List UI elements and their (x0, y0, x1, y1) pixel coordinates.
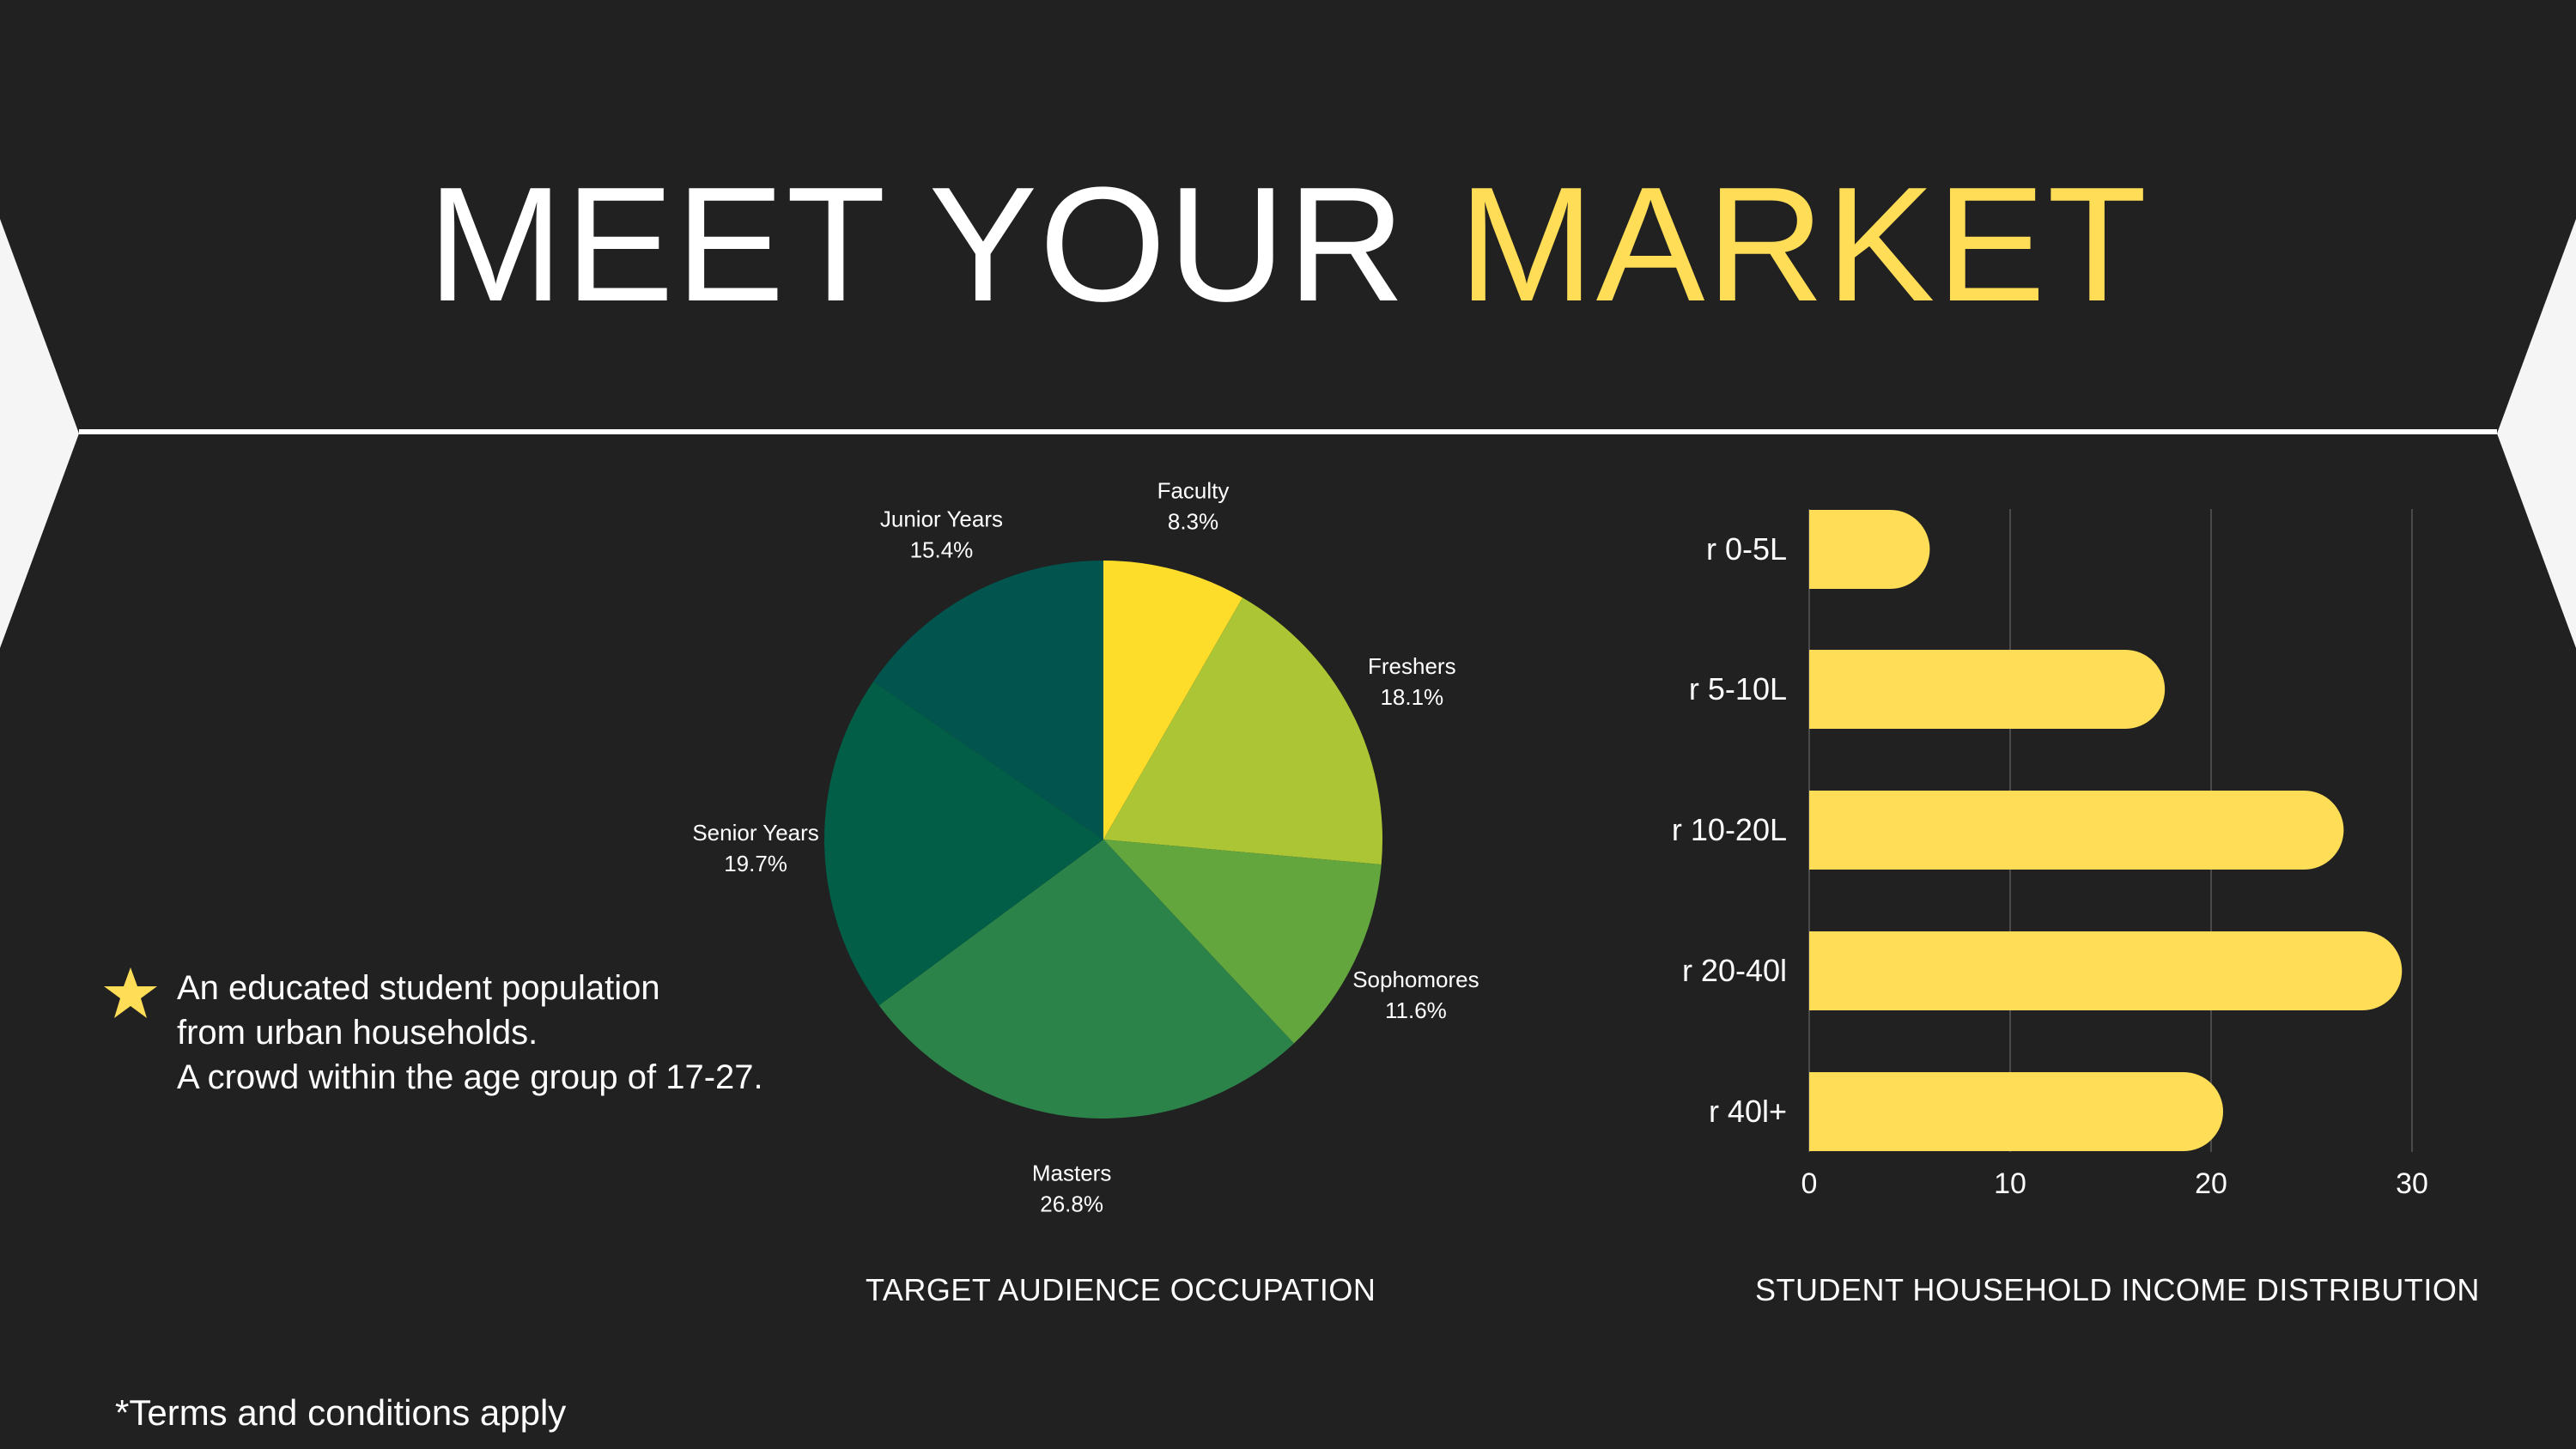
pie-label-value: 18.1% (1380, 684, 1443, 710)
bar-r-10-20l (1809, 791, 2344, 870)
pie-label-value: 15.4% (910, 537, 974, 563)
y-category-label: r 10-20L (1672, 812, 1787, 847)
pie-label-value: 8.3% (1168, 509, 1218, 535)
pie-label-name: Freshers (1368, 653, 1456, 679)
y-category-label: r 20-40l (1682, 953, 1787, 988)
charts-canvas: Faculty 8.3% Freshers 18.1% Sophomores 11.6% M… (692, 478, 2428, 1217)
bar-r-20-40l (1809, 931, 2403, 1010)
pie-label-name: Masters (1032, 1160, 1111, 1185)
pie-chart-caption: TARGET AUDIENCE OCCUPATION (866, 1272, 1376, 1307)
x-tick-label: 30 (2396, 1167, 2428, 1200)
pie-label-name: Junior Years (880, 506, 1003, 532)
pie-label-name: Senior Years (692, 820, 818, 846)
bullet-line: A crowd within the age group of 17-27. (177, 1058, 763, 1096)
bullet-line: from urban households. (177, 1014, 538, 1052)
pie-label-name: Faculty (1157, 478, 1230, 504)
pie-label-value: 26.8% (1040, 1191, 1103, 1216)
bar-r-5-10l (1809, 650, 2166, 729)
x-tick-label: 0 (1801, 1167, 1818, 1200)
slide: MEET YOUR MARKET Faculty 8.3% Freshers 18.1%… (0, 0, 2576, 1449)
income-bar-chart: 0 10 20 30 r 0-5L r 5-10L r 10-20L r 20-40l r 40… (1672, 509, 2428, 1200)
bullet-text: An educated student population from urba… (177, 966, 763, 1100)
occupation-pie-chart: Faculty 8.3% Freshers 18.1% Sophomores 11.6% M… (692, 478, 1479, 1217)
star-icon (104, 967, 157, 1018)
bar-r-40l- (1809, 1072, 2224, 1151)
x-tick-label: 10 (1994, 1167, 2026, 1200)
y-category-label: r 40l+ (1709, 1094, 1787, 1129)
terms-note: *Terms and conditions apply (115, 1392, 567, 1433)
pie-label-value: 19.7% (724, 851, 787, 876)
pie-label-value: 11.6% (1385, 997, 1447, 1023)
y-category-label: r 5-10L (1689, 671, 1787, 706)
bar-chart-caption: STUDENT HOUSEHOLD INCOME DISTRIBUTION (1755, 1272, 2480, 1307)
bar-r-0-5l (1809, 510, 1930, 589)
y-category-label: r 0-5L (1706, 531, 1787, 567)
bullet-line: An educated student population (177, 969, 660, 1007)
pie-label-name: Sophomores (1352, 967, 1479, 992)
x-tick-label: 20 (2195, 1167, 2227, 1200)
